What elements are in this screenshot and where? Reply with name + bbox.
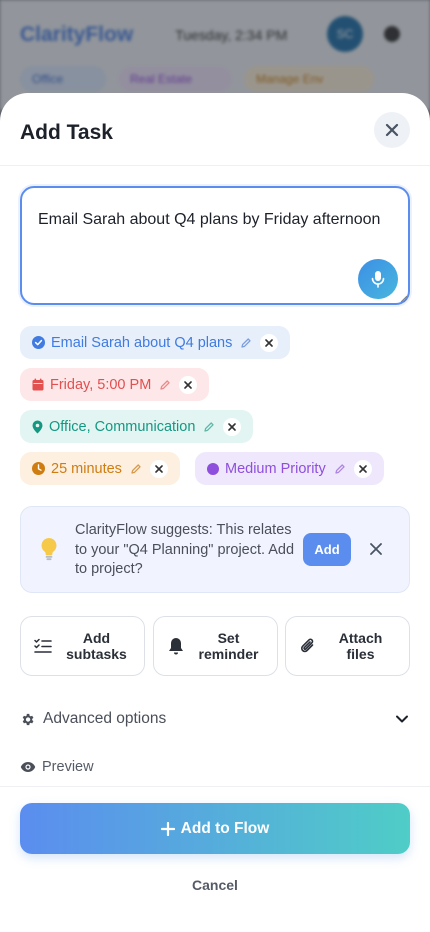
close-icon [385, 123, 399, 137]
eye-icon [20, 762, 36, 772]
chip-duration-label: 25 minutes [51, 460, 122, 477]
remove-chip-button[interactable] [260, 333, 279, 352]
task-input[interactable]: Email Sarah about Q4 plans by Friday aft… [20, 186, 410, 305]
chip-date[interactable]: Friday, 5:00 PM [20, 368, 210, 401]
advanced-options-label: Advanced options [43, 710, 167, 727]
chip-location-label: Office, Communication [49, 418, 196, 435]
chip-duration[interactable]: 25 minutes [20, 452, 180, 485]
sheet-title: Add Task [20, 121, 113, 144]
chip-priority-label: Medium Priority [225, 460, 326, 477]
preview-toggle[interactable]: Preview [20, 759, 94, 775]
chevron-down-icon [396, 715, 408, 723]
pencil-icon[interactable] [130, 463, 142, 475]
chip-priority[interactable]: Medium Priority [195, 452, 384, 485]
pencil-icon[interactable] [203, 421, 215, 433]
close-button[interactable] [374, 112, 410, 148]
checklist-icon [33, 638, 52, 654]
add-subtasks-label: Add subtasks [66, 630, 127, 662]
lightbulb-icon [41, 538, 57, 561]
gear-icon [22, 713, 34, 725]
preview-label: Preview [42, 759, 94, 775]
location-pin-icon [32, 420, 43, 434]
set-reminder-button[interactable]: Set reminder [153, 616, 278, 676]
footer-divider [0, 786, 430, 787]
pencil-icon[interactable] [240, 337, 252, 349]
close-icon [184, 380, 193, 389]
chip-title-label: Email Sarah about Q4 plans [51, 334, 233, 351]
add-to-flow-button[interactable]: Add to Flow [20, 803, 410, 854]
pencil-icon[interactable] [159, 379, 171, 391]
clock-icon [32, 462, 45, 475]
dismiss-suggestion-button[interactable] [367, 540, 385, 558]
priority-dot-icon [207, 462, 219, 475]
advanced-options-toggle[interactable]: Advanced options [20, 708, 410, 730]
calendar-icon [32, 378, 44, 391]
close-icon [265, 338, 274, 347]
suggestion-text: ClarityFlow suggests: This relates to yo… [75, 522, 295, 577]
close-icon [228, 422, 237, 431]
plus-icon [160, 821, 175, 836]
project-suggestion: ClarityFlow suggests: This relates to yo… [20, 506, 410, 593]
close-icon [155, 464, 163, 473]
remove-chip-button[interactable] [179, 375, 198, 394]
add-subtasks-button[interactable]: Add subtasks [20, 616, 145, 676]
voice-input-button[interactable] [358, 259, 398, 299]
remove-chip-button[interactable] [223, 417, 242, 436]
add-task-sheet: Add Task Email Sarah about Q4 plans by F… [0, 93, 430, 932]
close-icon [358, 464, 367, 473]
attach-files-button[interactable]: Attach files [285, 616, 410, 676]
microphone-icon [371, 271, 385, 288]
chip-title[interactable]: Email Sarah about Q4 plans [20, 326, 291, 359]
remove-chip-button[interactable] [353, 459, 372, 478]
cancel-button[interactable]: Cancel [165, 877, 265, 899]
chip-date-label: Friday, 5:00 PM [50, 376, 152, 393]
resize-handle-icon[interactable] [398, 293, 408, 303]
set-reminder-label: Set reminder [198, 630, 259, 662]
bell-icon [168, 637, 184, 655]
add-to-project-button[interactable]: Add [303, 533, 351, 566]
add-to-flow-label: Add to Flow [180, 819, 270, 837]
sheet-header: Add Task [0, 93, 430, 166]
paperclip-icon [300, 637, 316, 655]
remove-chip-button[interactable] [149, 459, 168, 478]
attach-files-label: Attach files [338, 630, 383, 662]
pencil-icon[interactable] [334, 463, 346, 475]
close-icon [370, 543, 382, 555]
chip-location[interactable]: Office, Communication [20, 410, 254, 443]
check-circle-icon [32, 336, 45, 349]
